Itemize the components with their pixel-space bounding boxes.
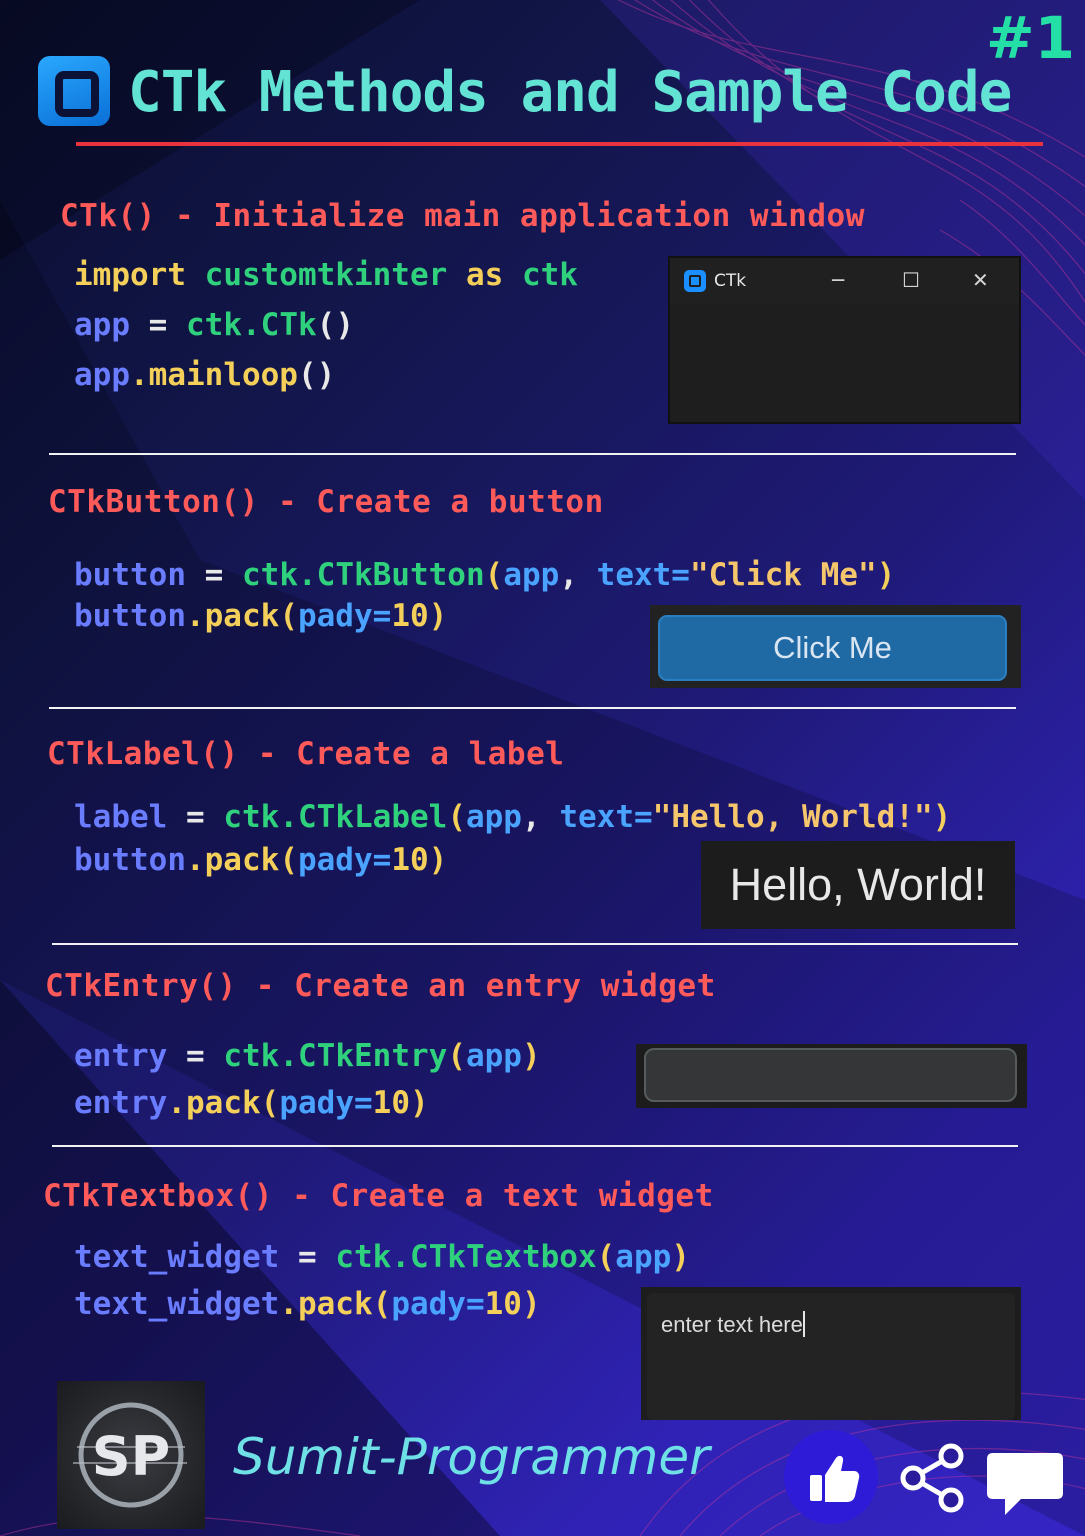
heading-description: - Create a label (238, 736, 565, 772)
click-me-button[interactable]: Click Me (658, 615, 1007, 681)
sp-logo-text: SP (92, 1425, 170, 1488)
entry-preview (636, 1044, 1027, 1108)
code-line: text_widget.pack(pady=10) (74, 1286, 541, 1322)
maximize-icon[interactable]: ☐ (902, 268, 920, 292)
thumbs-up-icon[interactable] (784, 1430, 878, 1524)
textbox-value: enter text here (661, 1312, 803, 1337)
heading-description: - Create an entry widget (236, 968, 716, 1004)
minimize-icon[interactable]: ─ (832, 268, 844, 292)
textbox-preview: enter text here (641, 1287, 1021, 1420)
divider (49, 707, 1016, 709)
heading-method: CTkButton() (48, 484, 259, 520)
post-number-tag: #1 (986, 4, 1075, 72)
section-heading-ctkentry: CTkEntry() - Create an entry widget (45, 968, 716, 1004)
title-underline (76, 142, 1043, 146)
code-line: import customtkinter as ctk (74, 257, 578, 293)
heading-method: CTk() (60, 198, 156, 234)
code-line: text_widget = ctk.CTkTextbox(app) (74, 1239, 690, 1275)
heading-description: - Create a button (258, 484, 604, 520)
divider (52, 943, 1018, 945)
entry-field[interactable] (644, 1048, 1017, 1102)
window-titlebar: CTk ─ ☐ ✕ (670, 258, 1019, 304)
divider (49, 453, 1016, 455)
section-heading-ctktextbox: CTkTextbox() - Create a text widget (43, 1178, 714, 1214)
code-line: app = ctk.CTk() (74, 307, 354, 343)
code-line: button = ctk.CTkButton(app, text="Click … (74, 557, 896, 593)
label-preview: Hello, World! (701, 841, 1015, 929)
sp-logo: SP (57, 1381, 205, 1529)
button-preview: Click Me (650, 605, 1021, 688)
divider (52, 1145, 1018, 1147)
page-title: CTk Methods and Sample Code (128, 60, 1012, 125)
section-heading-ctk: CTk() - Initialize main application wind… (60, 198, 865, 234)
code-line: label = ctk.CTkLabel(app, text="Hello, W… (74, 799, 952, 835)
heading-method: CTkEntry() (45, 968, 237, 1004)
share-icon[interactable] (895, 1440, 971, 1516)
heading-description: - Create a text widget (272, 1178, 714, 1214)
code-line: entry.pack(pady=10) (74, 1085, 429, 1121)
textbox-content: enter text here (661, 1311, 805, 1338)
heading-description: - Initialize main application window (155, 198, 865, 234)
comment-icon[interactable] (985, 1447, 1065, 1521)
textbox-field[interactable]: enter text here (647, 1293, 1015, 1420)
text-caret (802, 1311, 805, 1337)
section-heading-ctkbutton: CTkButton() - Create a button (48, 484, 604, 520)
heading-method: CTkLabel() (47, 736, 239, 772)
section-heading-ctklabel: CTkLabel() - Create a label (47, 736, 564, 772)
ctk-logo-icon (38, 56, 110, 126)
sp-logo-icon: SP (73, 1402, 187, 1508)
close-icon[interactable]: ✕ (972, 268, 989, 292)
app-icon (684, 270, 706, 292)
code-line: button.pack(pady=10) (74, 598, 448, 634)
code-line: app.mainloop() (74, 357, 336, 393)
code-line: entry = ctk.CTkEntry(app) (74, 1038, 541, 1074)
code-line: button.pack(pady=10) (74, 842, 448, 878)
window-title: CTk (714, 271, 747, 291)
heading-method: CTkTextbox() (43, 1178, 273, 1214)
brand-name: Sumit-Programmer (233, 1428, 710, 1486)
ctk-window-preview: CTk ─ ☐ ✕ (668, 256, 1021, 424)
